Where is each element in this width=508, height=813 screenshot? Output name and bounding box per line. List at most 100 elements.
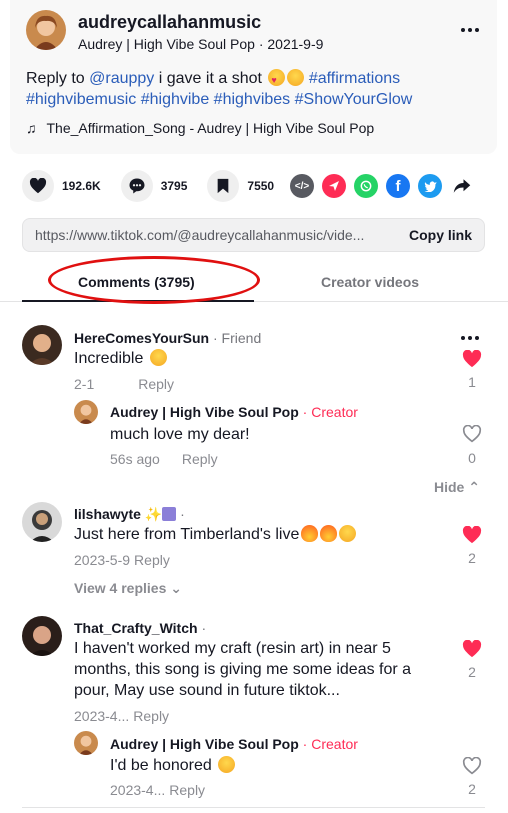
reply-button[interactable]: Reply [133, 708, 169, 724]
comment-meta: 2023-4... Reply [74, 708, 169, 724]
fire-emoji-icon [320, 525, 338, 542]
comment-text-content: Just here from Timberland's live [74, 526, 300, 543]
heart-outline-icon[interactable] [460, 424, 484, 448]
send-icon[interactable] [322, 174, 346, 198]
reply-button[interactable]: Reply [134, 552, 170, 568]
smiling-emoji-icon [287, 69, 305, 86]
creator-reply-avatar[interactable] [74, 731, 98, 755]
video-url[interactable]: https://www.tiktok.com/@audreycallahanmu… [35, 227, 397, 243]
reply-username[interactable]: Audrey | High Vibe Soul Pop [110, 736, 299, 752]
comment-date: 2-1 [74, 376, 95, 392]
creator-username[interactable]: audreycallahanmusic [78, 12, 261, 33]
heart-filled-icon[interactable] [460, 525, 484, 549]
fire-emoji-icon [301, 525, 319, 542]
creator-subtitle: Audrey | High Vibe Soul Pop · 2021-9-9 [78, 36, 324, 52]
commenter-username[interactable]: That_Crafty_Witch [74, 620, 198, 636]
comment-text: I haven't worked my craft (resin art) in… [74, 640, 412, 699]
divider [22, 807, 485, 808]
smiling-hearts-emoji-icon [268, 69, 286, 91]
like-action[interactable]: 192.6K [22, 170, 101, 202]
commenter-avatar[interactable] [22, 616, 62, 656]
music-title[interactable]: The_Affirmation_Song - Audrey | High Vib… [47, 120, 375, 136]
commenter-name[interactable]: HereComesYourSun · Friend [74, 330, 261, 346]
copy-link-box: https://www.tiktok.com/@audreycallahanmu… [22, 218, 485, 252]
comment-icon[interactable] [120, 170, 153, 202]
music-row[interactable]: ♫ The_Affirmation_Song - Audrey | High V… [26, 120, 374, 136]
comment-more-icon[interactable] [461, 336, 479, 340]
hide-label[interactable]: Hide [434, 479, 464, 495]
comment-like-count: 2 [468, 664, 476, 680]
reply-button[interactable]: Reply [138, 376, 174, 392]
separator-dot: · [176, 506, 185, 522]
commenter-name[interactable]: That_Crafty_Witch · [74, 620, 206, 636]
reply-text: much love my dear! [110, 426, 250, 443]
heart-outline-icon[interactable] [460, 756, 484, 780]
comment-text: Incredible [74, 348, 167, 369]
embed-icon[interactable]: </> [290, 174, 314, 198]
comment-like-count: 1 [468, 374, 476, 390]
creator-reply-avatar[interactable] [74, 400, 98, 424]
tabs: Comments (3795) Creator videos [0, 262, 508, 302]
share-row: </> f [290, 174, 474, 198]
chevron-down-icon: ⌄ [170, 580, 182, 596]
chevron-up-icon: ⌃ [468, 479, 480, 495]
comment-meta: 2-1 Reply [74, 376, 174, 392]
comment-like-count: 2 [468, 550, 476, 566]
profile-badge-icon [162, 507, 177, 521]
comment-text: Just here from Timberland's live [74, 524, 357, 545]
comment-meta: 2023-5-9 Reply [74, 552, 170, 568]
reply-author[interactable]: Audrey | High Vibe Soul Pop · Creator [110, 404, 358, 420]
tab-comments[interactable]: Comments (3795) [78, 274, 195, 290]
reply-button[interactable]: Reply [182, 451, 218, 467]
active-tab-underline [22, 300, 254, 302]
copy-link-button[interactable]: Copy link [409, 227, 472, 243]
reply-username[interactable]: Audrey | High Vibe Soul Pop [110, 404, 299, 420]
separator-dot: · [197, 620, 207, 636]
share-arrow-icon[interactable] [450, 174, 474, 198]
music-note-icon: ♫ [26, 120, 37, 136]
mention-link[interactable]: @rauppy [89, 70, 154, 87]
creator-tag: · Creator [298, 404, 358, 420]
twitter-icon[interactable] [418, 174, 442, 198]
tab-creator-videos[interactable]: Creator videos [321, 274, 419, 290]
commenter-username[interactable]: HereComesYourSun [74, 330, 209, 346]
heart-icon[interactable] [22, 170, 54, 202]
save-action[interactable]: 7550 [207, 170, 274, 202]
comment-date: 2023-5-9 [74, 552, 131, 568]
comment-action[interactable]: 3795 [120, 170, 188, 202]
creator-avatar[interactable] [26, 10, 66, 50]
whatsapp-icon[interactable] [354, 174, 378, 198]
reply-button[interactable]: Reply [169, 782, 205, 798]
comment-count: 3795 [160, 179, 188, 193]
reply-date: 2023-4... [110, 782, 166, 798]
reply-author[interactable]: Audrey | High Vibe Soul Pop · Creator [110, 736, 358, 752]
commenter-avatar[interactable] [22, 325, 62, 365]
save-count: 7550 [247, 179, 275, 193]
heart-filled-icon[interactable] [460, 349, 484, 373]
view-replies-label[interactable]: View 4 replies [74, 580, 166, 596]
reply-meta: 2023-4... Reply [110, 782, 205, 798]
reply-meta: 56s ago Reply [110, 451, 218, 467]
reply-text: I'd be honored [110, 755, 236, 776]
heart-filled-icon[interactable] [460, 639, 484, 663]
relieved-emoji-icon [218, 756, 236, 773]
hashtag-links[interactable]: #highvibemusic #highvibe #highvibes #Sho… [26, 91, 412, 108]
bookmark-icon[interactable] [207, 170, 240, 202]
commenter-name[interactable]: lilshawyte ✨ · [74, 506, 185, 523]
caption-text: i gave it a shot [154, 70, 262, 87]
like-count: 192.6K [62, 179, 101, 193]
post-card: audreycallahanmusic Audrey | High Vibe S… [10, 0, 497, 154]
hide-replies-button[interactable]: Hide ⌃ [434, 479, 480, 496]
comment-date: 2023-4... [74, 708, 130, 724]
comment-text-content: Incredible [74, 350, 144, 367]
view-replies-button[interactable]: View 4 replies ⌄ [74, 580, 182, 597]
commenter-avatar[interactable] [22, 502, 62, 542]
star-eyes-emoji-icon [339, 525, 357, 542]
star-eyes-emoji-icon [149, 349, 167, 366]
more-options-icon[interactable] [461, 28, 479, 32]
hashtag-link[interactable]: #affirmations [309, 70, 400, 87]
facebook-icon[interactable]: f [386, 174, 410, 198]
commenter-username[interactable]: lilshawyte [74, 506, 141, 522]
creator-tag: · Creator [298, 736, 358, 752]
caption-prefix: Reply to [26, 70, 90, 87]
